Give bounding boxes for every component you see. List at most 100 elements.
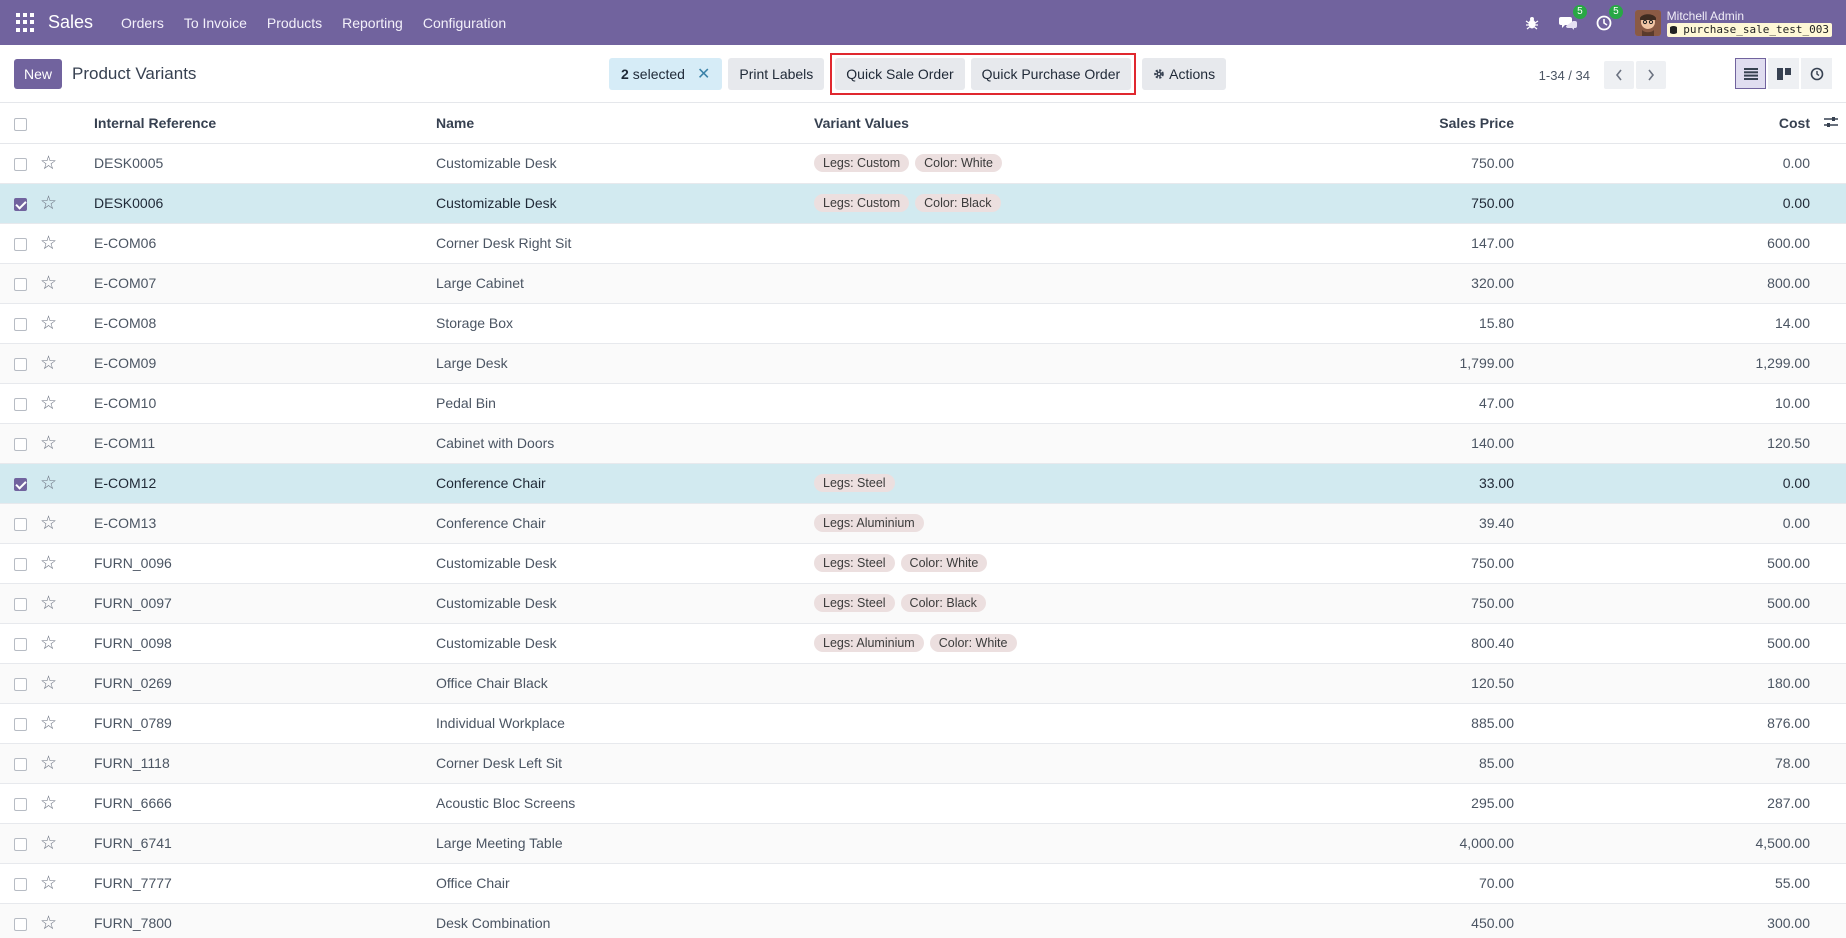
cell-variant-values[interactable] — [814, 303, 1214, 344]
app-name[interactable]: Sales — [48, 12, 93, 33]
row-checkbox[interactable] — [14, 637, 27, 651]
cell-cost[interactable]: 500.00 — [1534, 623, 1846, 664]
row-checkbox[interactable] — [14, 677, 27, 691]
row-checkbox[interactable] — [14, 397, 27, 411]
row-checkbox[interactable] — [14, 917, 27, 931]
row-checkbox[interactable] — [14, 717, 27, 731]
cell-internal-reference[interactable]: FURN_0789 — [94, 703, 436, 744]
column-sales-price[interactable]: Sales Price — [1214, 103, 1534, 144]
favorite-star-icon[interactable]: ☆ — [40, 914, 57, 933]
row-checkbox[interactable] — [14, 357, 27, 371]
cell-name[interactable]: Desk Combination — [436, 903, 814, 938]
user-menu[interactable]: Mitchell Admin purchase_sale_test_003 — [1666, 9, 1832, 37]
print-labels-button[interactable]: Print Labels — [728, 58, 825, 90]
user-avatar[interactable] — [1634, 9, 1661, 36]
cell-cost[interactable]: 4,500.00 — [1534, 823, 1846, 864]
favorite-star-icon[interactable]: ☆ — [40, 234, 57, 253]
quick-purchase-order-button[interactable]: Quick Purchase Order — [970, 58, 1132, 90]
cell-cost[interactable]: 600.00 — [1534, 223, 1846, 264]
cell-internal-reference[interactable]: FURN_6741 — [94, 823, 436, 864]
table-row[interactable]: ☆ E-COM13 Conference Chair Legs: Aluminium 3… — [0, 503, 1846, 544]
cell-cost[interactable]: 876.00 — [1534, 703, 1846, 744]
cell-sales-price[interactable]: 70.00 — [1214, 863, 1534, 904]
table-row[interactable]: ☆ E-COM07 Large Cabinet 320.00 800.00 — [0, 263, 1846, 304]
cell-name[interactable]: Customizable Desk — [436, 183, 814, 224]
table-row[interactable]: ☆ FURN_7800 Desk Combination 450.00 300.00 — [0, 903, 1846, 938]
table-row[interactable]: ☆ E-COM08 Storage Box 15.80 14.00 — [0, 303, 1846, 344]
pager-next-button[interactable] — [1636, 61, 1666, 89]
table-row[interactable]: ☆ E-COM10 Pedal Bin 47.00 10.00 — [0, 383, 1846, 424]
cell-internal-reference[interactable]: FURN_0098 — [94, 623, 436, 664]
table-row[interactable]: ☆ FURN_0789 Individual Workplace 885.00 876.… — [0, 703, 1846, 744]
table-row[interactable]: ☆ E-COM12 Conference Chair Legs: Steel 33.00… — [0, 463, 1846, 504]
row-checkbox[interactable] — [14, 197, 27, 211]
table-row[interactable]: ☆ FURN_1118 Corner Desk Left Sit 85.00 78.00 — [0, 743, 1846, 784]
cell-cost[interactable]: 10.00 — [1534, 383, 1846, 424]
cell-cost[interactable]: 1,299.00 — [1534, 343, 1846, 384]
cell-name[interactable]: Conference Chair — [436, 503, 814, 544]
row-checkbox[interactable] — [14, 157, 27, 171]
favorite-star-icon[interactable]: ☆ — [40, 154, 57, 173]
cell-internal-reference[interactable]: FURN_7800 — [94, 903, 436, 938]
table-row[interactable]: ☆ DESK0005 Customizable Desk Legs: Custom Co… — [0, 143, 1846, 184]
row-checkbox[interactable] — [14, 477, 27, 491]
cell-internal-reference[interactable]: E-COM10 — [94, 383, 436, 424]
menu-configuration[interactable]: Configuration — [423, 15, 506, 31]
favorite-star-icon[interactable]: ☆ — [40, 834, 57, 853]
cell-internal-reference[interactable]: FURN_1118 — [94, 743, 436, 784]
cell-internal-reference[interactable]: E-COM11 — [94, 423, 436, 464]
cell-name[interactable]: Acoustic Bloc Screens — [436, 783, 814, 824]
cell-internal-reference[interactable]: E-COM07 — [94, 263, 436, 304]
table-row[interactable]: ☆ DESK0006 Customizable Desk Legs: Custom Co… — [0, 183, 1846, 224]
cell-internal-reference[interactable]: FURN_6666 — [94, 783, 436, 824]
row-checkbox[interactable] — [14, 597, 27, 611]
cell-sales-price[interactable]: 15.80 — [1214, 303, 1534, 344]
cell-sales-price[interactable]: 750.00 — [1214, 143, 1534, 184]
cell-name[interactable]: Pedal Bin — [436, 383, 814, 424]
cell-internal-reference[interactable]: DESK0005 — [94, 143, 436, 184]
cell-variant-values[interactable]: Legs: Aluminium Color: White — [814, 623, 1214, 664]
cell-variant-values[interactable] — [814, 863, 1214, 904]
cell-variant-values[interactable]: Legs: Steel Color: Black — [814, 583, 1214, 624]
favorite-star-icon[interactable]: ☆ — [40, 314, 57, 333]
table-row[interactable]: ☆ FURN_0098 Customizable Desk Legs: Alumini… — [0, 623, 1846, 664]
favorite-star-icon[interactable]: ☆ — [40, 514, 57, 533]
cell-internal-reference[interactable]: E-COM08 — [94, 303, 436, 344]
cell-cost[interactable]: 0.00 — [1534, 463, 1846, 504]
row-checkbox[interactable] — [14, 437, 27, 451]
favorite-star-icon[interactable]: ☆ — [40, 194, 57, 213]
cell-name[interactable]: Customizable Desk — [436, 543, 814, 584]
pager-value[interactable]: 1-34 / 34 — [1539, 68, 1590, 83]
cell-name[interactable]: Large Desk — [436, 343, 814, 384]
favorite-star-icon[interactable]: ☆ — [40, 634, 57, 653]
cell-name[interactable]: Large Cabinet — [436, 263, 814, 304]
actions-button[interactable]: Actions — [1142, 58, 1227, 90]
row-checkbox[interactable] — [14, 317, 27, 331]
clock-icon[interactable]: 5 — [1595, 4, 1623, 32]
list-view-button[interactable] — [1735, 58, 1766, 89]
column-cost[interactable]: Cost — [1534, 103, 1846, 144]
cell-variant-values[interactable] — [814, 343, 1214, 384]
cell-cost[interactable]: 14.00 — [1534, 303, 1846, 344]
cell-cost[interactable]: 800.00 — [1534, 263, 1846, 304]
row-checkbox[interactable] — [14, 557, 27, 571]
cell-sales-price[interactable]: 750.00 — [1214, 543, 1534, 584]
cell-name[interactable]: Conference Chair — [436, 463, 814, 504]
cell-variant-values[interactable]: Legs: Custom Color: Black — [814, 183, 1214, 224]
table-row[interactable]: ☆ E-COM11 Cabinet with Doors 140.00 120.50 — [0, 423, 1846, 464]
cell-internal-reference[interactable]: FURN_0269 — [94, 663, 436, 704]
cell-internal-reference[interactable]: E-COM13 — [94, 503, 436, 544]
cell-sales-price[interactable]: 47.00 — [1214, 383, 1534, 424]
cell-cost[interactable]: 0.00 — [1534, 183, 1846, 224]
cell-sales-price[interactable]: 140.00 — [1214, 423, 1534, 464]
cell-variant-values[interactable] — [814, 823, 1214, 864]
cell-internal-reference[interactable]: E-COM09 — [94, 343, 436, 384]
cell-sales-price[interactable]: 120.50 — [1214, 663, 1534, 704]
column-variant-values[interactable]: Variant Values — [814, 103, 1214, 144]
favorite-star-icon[interactable]: ☆ — [40, 474, 57, 493]
clear-selection-icon[interactable]: ✕ — [697, 64, 710, 84]
favorite-star-icon[interactable]: ☆ — [40, 394, 57, 413]
cell-cost[interactable]: 120.50 — [1534, 423, 1846, 464]
cell-cost[interactable]: 0.00 — [1534, 503, 1846, 544]
pager-previous-button[interactable] — [1604, 61, 1634, 89]
